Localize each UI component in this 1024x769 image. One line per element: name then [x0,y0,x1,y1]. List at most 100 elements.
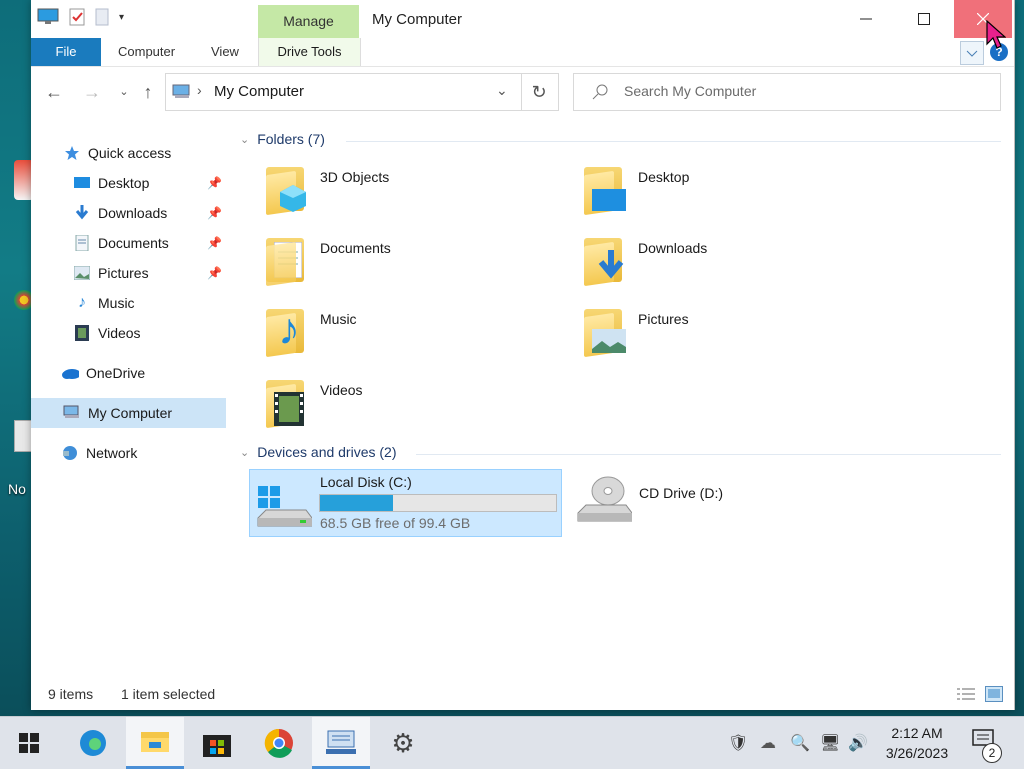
tab-file[interactable]: File [31,38,101,66]
sidebar-item-my-computer[interactable]: My Computer [31,398,226,428]
minimize-button[interactable] [837,0,895,38]
onedrive-icon [61,364,79,382]
breadcrumb[interactable]: My Computer [214,83,304,100]
large-icons-view-icon[interactable] [985,686,1003,702]
cloud-icon[interactable]: ☁ [760,733,776,753]
sidebar-item-label: Pictures [98,265,149,281]
address-dropdown-button[interactable]: ⌄ [496,82,508,99]
sidebar-item-onedrive[interactable]: OneDrive [31,358,226,388]
pin-icon[interactable]: 📌 [207,236,222,250]
recent-locations-button[interactable]: ⌄ [113,81,135,103]
folder-videos[interactable]: Videos [260,376,560,438]
customize-toolbar-icon[interactable]: ▾ [119,12,124,23]
sidebar-item-label: OneDrive [86,365,146,381]
folder-label: Videos [320,382,363,398]
drive-usage-bar [319,494,557,512]
cd-drive-icon [577,476,632,522]
taskbar-edge[interactable] [64,717,122,769]
group-divider [416,454,1001,455]
status-bar: 9 items 1 item selected [31,680,1014,710]
sidebar-item-label: Quick access [88,145,172,161]
expand-ribbon-button[interactable] [960,41,984,65]
taskbar-file-explorer[interactable] [126,717,184,769]
search-input[interactable]: Search My Computer [624,83,756,99]
sidebar-item-label: Videos [98,325,141,341]
group-divider [346,141,1001,142]
new-folder-icon[interactable] [95,8,109,26]
folder-label: Documents [320,240,391,256]
sidebar-item-desktop[interactable]: Desktop 📌 [31,168,226,198]
sidebar-item-videos[interactable]: Videos [31,318,226,348]
sidebar-item-label: My Computer [88,405,173,421]
network-icon [61,444,79,462]
sidebar-item-label: Network [86,445,138,461]
drive-label: Local Disk (C:) [320,474,412,490]
tab-manage[interactable]: Manage [258,5,359,38]
pin-icon[interactable]: 📌 [207,176,222,190]
folder-3d-objects[interactable]: 3D Objects [260,163,560,225]
search-box[interactable]: Search My Computer [573,73,1001,111]
folder-3d-objects-icon [260,163,312,219]
details-view-icon[interactable] [957,687,975,701]
maximize-icon [918,13,930,25]
pin-icon[interactable]: 📌 [207,266,222,280]
start-button[interactable] [0,717,58,769]
desktop-icon [73,174,91,192]
tab-drive-tools[interactable]: Drive Tools [258,38,361,66]
search-icon [592,84,608,100]
folder-desktop[interactable]: Desktop [578,163,878,225]
refresh-button[interactable]: ↻ [520,73,559,111]
file-explorer-window: ▾ Manage My Computer File Computer View … [31,0,1015,710]
up-button[interactable]: ↑ [137,81,159,103]
drive-cd-d[interactable]: CD Drive (D:) [576,475,876,537]
mouse-cursor [986,20,1006,49]
taskbar: ⚙ 🛡 ☁ 🔍 🖥 🔊 2:12 AM 3/26/2023 2 [0,716,1024,769]
forward-button[interactable]: → [81,81,103,103]
taskbar-store[interactable] [188,717,246,769]
folder-pictures[interactable]: Pictures [578,305,878,367]
window-title: My Computer [372,11,463,28]
search-tray-icon[interactable]: 🔍 [790,733,810,753]
chevron-down-icon [966,50,978,57]
chevron-down-icon: ⌄ [119,86,129,98]
notification-badge: 2 [982,743,1002,763]
tab-computer[interactable]: Computer [118,38,175,66]
folder-music-icon: ♪ [260,305,312,361]
network-tray-icon[interactable]: 🖥 [820,733,840,753]
pin-icon[interactable]: 📌 [207,206,222,220]
folder-downloads[interactable]: Downloads [578,234,878,296]
sidebar-item-quick-access[interactable]: Quick access [31,138,226,168]
maximize-button[interactable] [895,0,953,38]
devices-group-header[interactable]: ⌄ Devices and drives (2) [240,444,397,460]
folder-label: Downloads [638,240,708,256]
notification-center-button[interactable]: 2 [972,729,1002,763]
pictures-icon [73,264,91,282]
sidebar-item-downloads[interactable]: Downloads 📌 [31,198,226,228]
content-pane: ⌄ Folders (7) 3D Objects Desktop Documen… [236,125,1006,685]
properties-icon[interactable] [69,8,85,26]
folder-label: Desktop [638,169,690,185]
folder-music[interactable]: ♪ Music [260,305,560,367]
folder-label: 3D Objects [320,169,390,185]
security-icon[interactable]: 🛡 [728,733,748,753]
volume-icon[interactable]: 🔊 [848,733,868,753]
clock[interactable]: 2:12 AM 3/26/2023 [872,723,962,763]
sidebar-item-pictures[interactable]: Pictures 📌 [31,258,226,288]
drive-local-disk-c[interactable]: Local Disk (C:) 68.5 GB free of 99.4 GB [249,469,562,537]
taskbar-remote-app[interactable] [312,717,370,769]
address-bar[interactable]: › My Computer ⌄ [165,73,522,111]
sidebar-item-documents[interactable]: Documents 📌 [31,228,226,258]
taskbar-chrome[interactable] [250,717,308,769]
folders-group-header[interactable]: ⌄ Folders (7) [240,131,325,147]
folder-documents[interactable]: Documents [260,234,560,296]
sidebar-item-music[interactable]: ♪ Music [31,288,226,318]
minimize-icon [860,18,872,20]
taskbar-settings[interactable]: ⚙ [374,717,432,769]
tab-view[interactable]: View [211,38,239,66]
sidebar-item-label: Desktop [98,175,150,191]
navigation-bar: ← → ⌄ ↑ › My Computer ⌄ ↻ Search My Comp… [31,67,1014,117]
computer-icon [172,84,190,98]
back-button[interactable]: ← [43,81,65,103]
sidebar-item-network[interactable]: Network [31,438,226,468]
chrome-icon [264,728,293,758]
